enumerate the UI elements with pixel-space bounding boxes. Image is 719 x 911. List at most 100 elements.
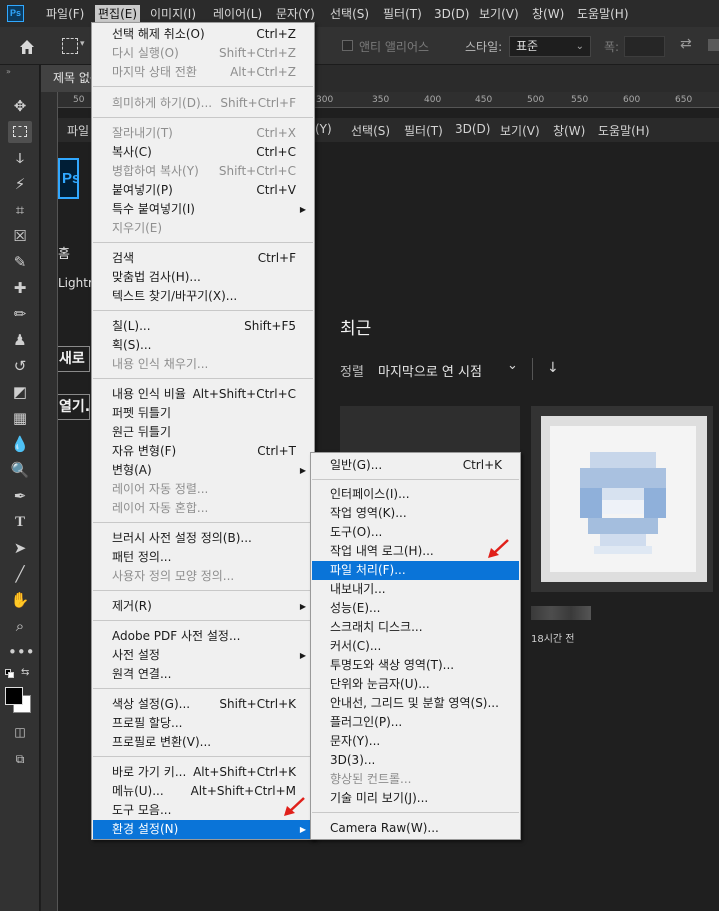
path-selection-tool-icon[interactable]: ➤	[8, 537, 32, 559]
pref-transparency-gamut[interactable]: 투명도와 색상 영역(T)...	[312, 656, 519, 675]
menu-window[interactable]: 창(W)	[529, 5, 567, 23]
pref-scratch-disks[interactable]: 스크래치 디스크...	[312, 618, 519, 637]
collapse-icon[interactable]: »	[6, 67, 11, 76]
menu-transform[interactable]: 변형(A) ▶	[93, 461, 313, 480]
hand-tool-icon[interactable]: ✋	[8, 589, 32, 611]
menu-preferences[interactable]: 환경 설정(N) ▶	[93, 820, 313, 839]
menu-auto-align-layers[interactable]: 레이어 자동 정렬...	[93, 480, 313, 499]
magic-wand-tool-icon[interactable]: ⚡	[8, 173, 32, 195]
menu-help[interactable]: 도움말(H)	[574, 5, 632, 23]
marquee-options-icon[interactable]	[62, 38, 78, 54]
menu-3d[interactable]: 3D(D)	[431, 5, 472, 23]
swap-colors-icon[interactable]: ⇆	[21, 667, 29, 678]
sort-select[interactable]: 마지막으로 연 시점	[378, 361, 482, 380]
pref-performance[interactable]: 성능(E)...	[312, 599, 519, 618]
menu-free-transform[interactable]: 자유 변형(F) Ctrl+T	[93, 442, 313, 461]
menu-define-custom-shape[interactable]: 사용자 정의 모양 정의...	[93, 567, 313, 586]
menu-redo[interactable]: 다시 실행(O) Shift+Ctrl+Z	[93, 44, 313, 63]
chevron-down-icon[interactable]: ▾	[80, 39, 85, 49]
swap-icon[interactable]: ⇄	[680, 36, 692, 52]
menu-type[interactable]: 문자(Y)	[273, 5, 318, 23]
menu-paste[interactable]: 붙여넣기(P) Ctrl+V	[93, 181, 313, 200]
menu-fill[interactable]: 칠(L)... Shift+F5	[93, 317, 313, 336]
home-icon[interactable]	[17, 37, 37, 57]
pref-export[interactable]: 내보내기...	[312, 580, 519, 599]
menu-toggle-last-state[interactable]: 마지막 상태 전환 Alt+Ctrl+Z	[93, 63, 313, 82]
menu-check-spelling[interactable]: 맞춤법 검사(H)...	[93, 268, 313, 287]
menu-define-pattern[interactable]: 패턴 정의...	[93, 548, 313, 567]
home-menu-file[interactable]: 파일	[67, 122, 89, 139]
menu-image[interactable]: 이미지(I)	[147, 5, 199, 23]
menu-presets[interactable]: 사전 설정 ▶	[93, 646, 313, 665]
menu-menus[interactable]: 메뉴(U)... Alt+Shift+Ctrl+M	[93, 782, 313, 801]
height-input[interactable]	[708, 39, 719, 51]
menu-remote-connections[interactable]: 원격 연결...	[93, 665, 313, 684]
menu-adobe-pdf-presets[interactable]: Adobe PDF 사전 설정...	[93, 627, 313, 646]
more-tools-icon[interactable]: •••	[8, 641, 35, 663]
menu-toolbar[interactable]: 도구 모음...	[93, 801, 313, 820]
crop-tool-icon[interactable]: ⌗	[8, 199, 32, 221]
pen-tool-icon[interactable]: ✒	[8, 485, 32, 507]
pref-file-handling[interactable]: 파일 처리(F)...	[312, 561, 519, 580]
eyedropper-tool-icon[interactable]: ✎	[8, 251, 32, 273]
menu-select[interactable]: 선택(S)	[327, 5, 372, 23]
width-input[interactable]	[624, 36, 665, 57]
pref-guides-grid-slices[interactable]: 안내선, 그리드 및 분할 영역(S)...	[312, 694, 519, 713]
pref-plugins[interactable]: 플러그인(P)...	[312, 713, 519, 732]
pref-workspace[interactable]: 작업 영역(K)...	[312, 504, 519, 523]
brush-tool-icon[interactable]: ✏	[8, 303, 32, 325]
menu-search[interactable]: 검색 Ctrl+F	[93, 249, 313, 268]
pref-3d[interactable]: 3D(3)...	[312, 751, 519, 770]
menu-undo-deselect[interactable]: 선택 해제 취소(O) Ctrl+Z	[93, 25, 313, 44]
rect-marquee-tool-icon[interactable]	[8, 121, 32, 143]
pref-cursors[interactable]: 커서(C)...	[312, 637, 519, 656]
home-menu-view[interactable]: 보기(V)	[500, 122, 540, 139]
menu-file[interactable]: 파일(F)	[43, 5, 87, 23]
sort-direction-arrow-icon[interactable]: ↓	[547, 360, 559, 376]
quick-mask-icon[interactable]: ◫	[8, 721, 32, 743]
move-tool-icon[interactable]: ✥	[8, 95, 32, 117]
pref-technology-previews[interactable]: 기술 미리 보기(J)...	[312, 789, 519, 808]
menu-keyboard-shortcuts[interactable]: 바로 가기 키... Alt+Shift+Ctrl+K	[93, 763, 313, 782]
zoom-tool-icon[interactable]: ⌕	[8, 615, 32, 637]
nav-home[interactable]: 홈	[58, 243, 70, 262]
menu-edit[interactable]: 편집(E)	[95, 5, 141, 23]
menu-find-replace-text[interactable]: 텍스트 찾기/바꾸기(X)...	[93, 287, 313, 306]
dodge-tool-icon[interactable]: 🔍	[8, 459, 32, 481]
pref-type[interactable]: 문자(Y)...	[312, 732, 519, 751]
menu-layer[interactable]: 레이어(L)	[210, 5, 265, 23]
menu-stroke[interactable]: 획(S)...	[93, 336, 313, 355]
healing-brush-tool-icon[interactable]: ✚	[8, 277, 32, 299]
style-select[interactable]: 표준 ⌄	[509, 36, 591, 57]
menu-auto-blend-layers[interactable]: 레이어 자동 혼합...	[93, 499, 313, 518]
menu-content-aware-scale[interactable]: 내용 인식 비율 Alt+Shift+Ctrl+C	[93, 385, 313, 404]
menu-cut[interactable]: 잘라내기(T) Ctrl+X	[93, 124, 313, 143]
gradient-tool-icon[interactable]: ▦	[8, 407, 32, 429]
menu-define-brush-preset[interactable]: 브러시 사전 설정 정의(B)...	[93, 529, 313, 548]
home-menu-window[interactable]: 창(W)	[553, 122, 585, 139]
home-menu-help[interactable]: 도움말(H)	[598, 122, 650, 139]
menu-puppet-warp[interactable]: 퍼펫 뒤틀기	[93, 404, 313, 423]
menu-fade[interactable]: 희미하게 하기(D)... Shift+Ctrl+F	[93, 94, 313, 113]
blur-tool-icon[interactable]: 💧	[8, 433, 32, 455]
menu-paste-special[interactable]: 특수 붙여넣기(I) ▶	[93, 200, 313, 219]
chevron-down-icon[interactable]: ⌄	[507, 358, 518, 373]
menu-copy-merged[interactable]: 병합하여 복사(Y) Shift+Ctrl+C	[93, 162, 313, 181]
type-tool-icon[interactable]: T	[8, 511, 32, 533]
nav-lightroom[interactable]: Lightr	[58, 276, 93, 290]
menu-assign-profile[interactable]: 프로필 할당...	[93, 714, 313, 733]
menu-filter[interactable]: 필터(T)	[380, 5, 425, 23]
home-menu-type[interactable]: (Y)	[315, 122, 332, 136]
menu-perspective-warp[interactable]: 원근 뒤틀기	[93, 423, 313, 442]
pref-general[interactable]: 일반(G)... Ctrl+K	[312, 456, 519, 475]
pref-enhanced-controls[interactable]: 향상된 컨트롤...	[312, 770, 519, 789]
menu-copy[interactable]: 복사(C) Ctrl+C	[93, 143, 313, 162]
new-file-button[interactable]: 새로	[58, 346, 90, 372]
home-menu-filter[interactable]: 필터(T)	[404, 122, 443, 139]
history-brush-tool-icon[interactable]: ↺	[8, 355, 32, 377]
menu-convert-to-profile[interactable]: 프로필로 변환(V)...	[93, 733, 313, 752]
pref-camera-raw[interactable]: Camera Raw(W)...	[312, 819, 519, 838]
home-menu-3d[interactable]: 3D(D)	[455, 122, 490, 136]
home-menu-select[interactable]: 선택(S)	[351, 122, 390, 139]
clone-stamp-tool-icon[interactable]: ♟	[8, 329, 32, 351]
